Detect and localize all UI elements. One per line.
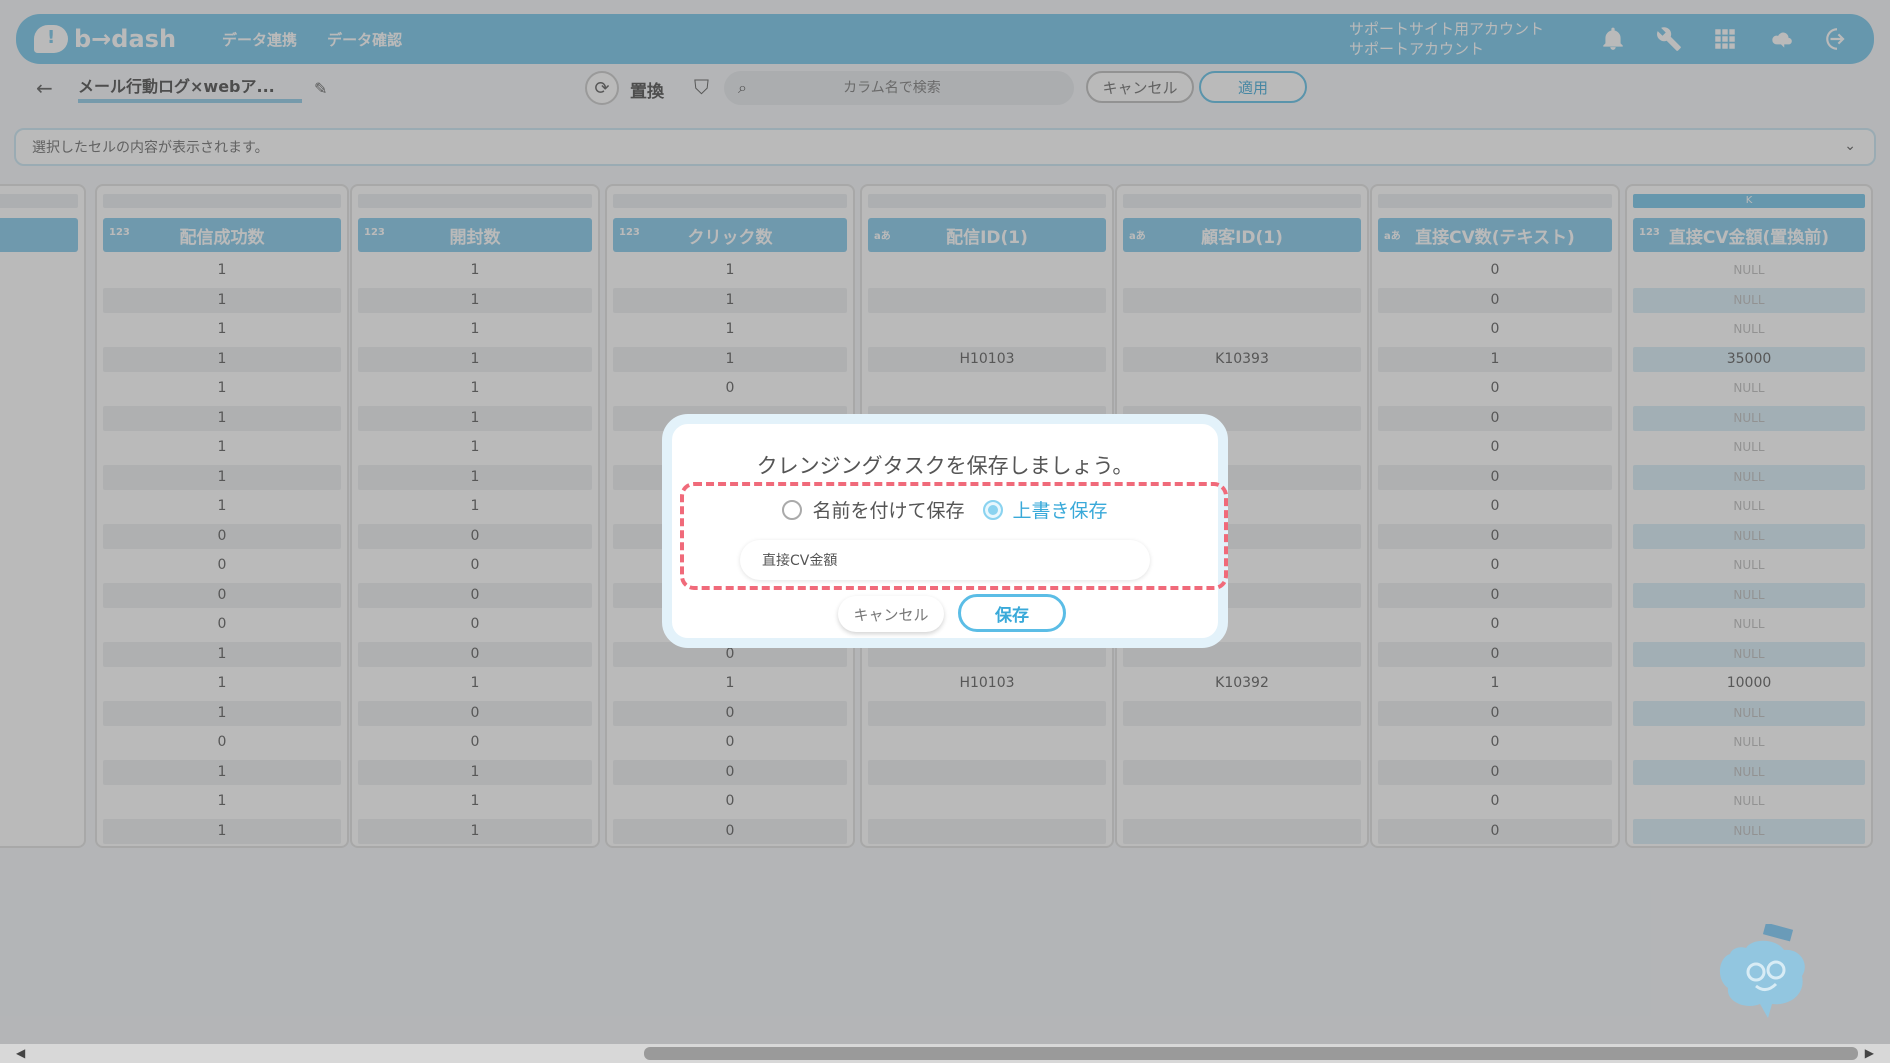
help-mascot-icon[interactable]: [1712, 922, 1812, 1020]
save-mode-options: 名前を付けて保存 上書き保存: [672, 496, 1218, 523]
scroll-right-arrow-icon[interactable]: ▶: [1865, 1046, 1874, 1060]
radio-save-as-new-label: 名前を付けて保存: [812, 500, 965, 522]
dialog-save-button[interactable]: 保存: [958, 594, 1066, 632]
dialog-cancel-button[interactable]: キャンセル: [838, 596, 944, 632]
scrollbar-thumb[interactable]: [644, 1047, 1858, 1060]
task-name-input[interactable]: [740, 540, 1150, 580]
radio-unchecked-icon[interactable]: [782, 499, 803, 520]
dialog-title: クレンジングタスクを保存しましょう。: [756, 454, 1134, 478]
save-task-dialog: クレンジングタスクを保存しましょう。 名前を付けて保存 上書き保存 キャンセル …: [662, 414, 1228, 648]
radio-checked-icon[interactable]: [982, 499, 1003, 520]
radio-overwrite-label: 上書き保存: [1012, 500, 1108, 522]
scroll-left-arrow-icon[interactable]: ◀: [16, 1046, 25, 1060]
radio-overwrite[interactable]: 上書き保存: [982, 496, 1108, 523]
radio-save-as-new[interactable]: 名前を付けて保存: [782, 496, 965, 523]
horizontal-scrollbar[interactable]: ◀ ▶: [0, 1044, 1890, 1063]
